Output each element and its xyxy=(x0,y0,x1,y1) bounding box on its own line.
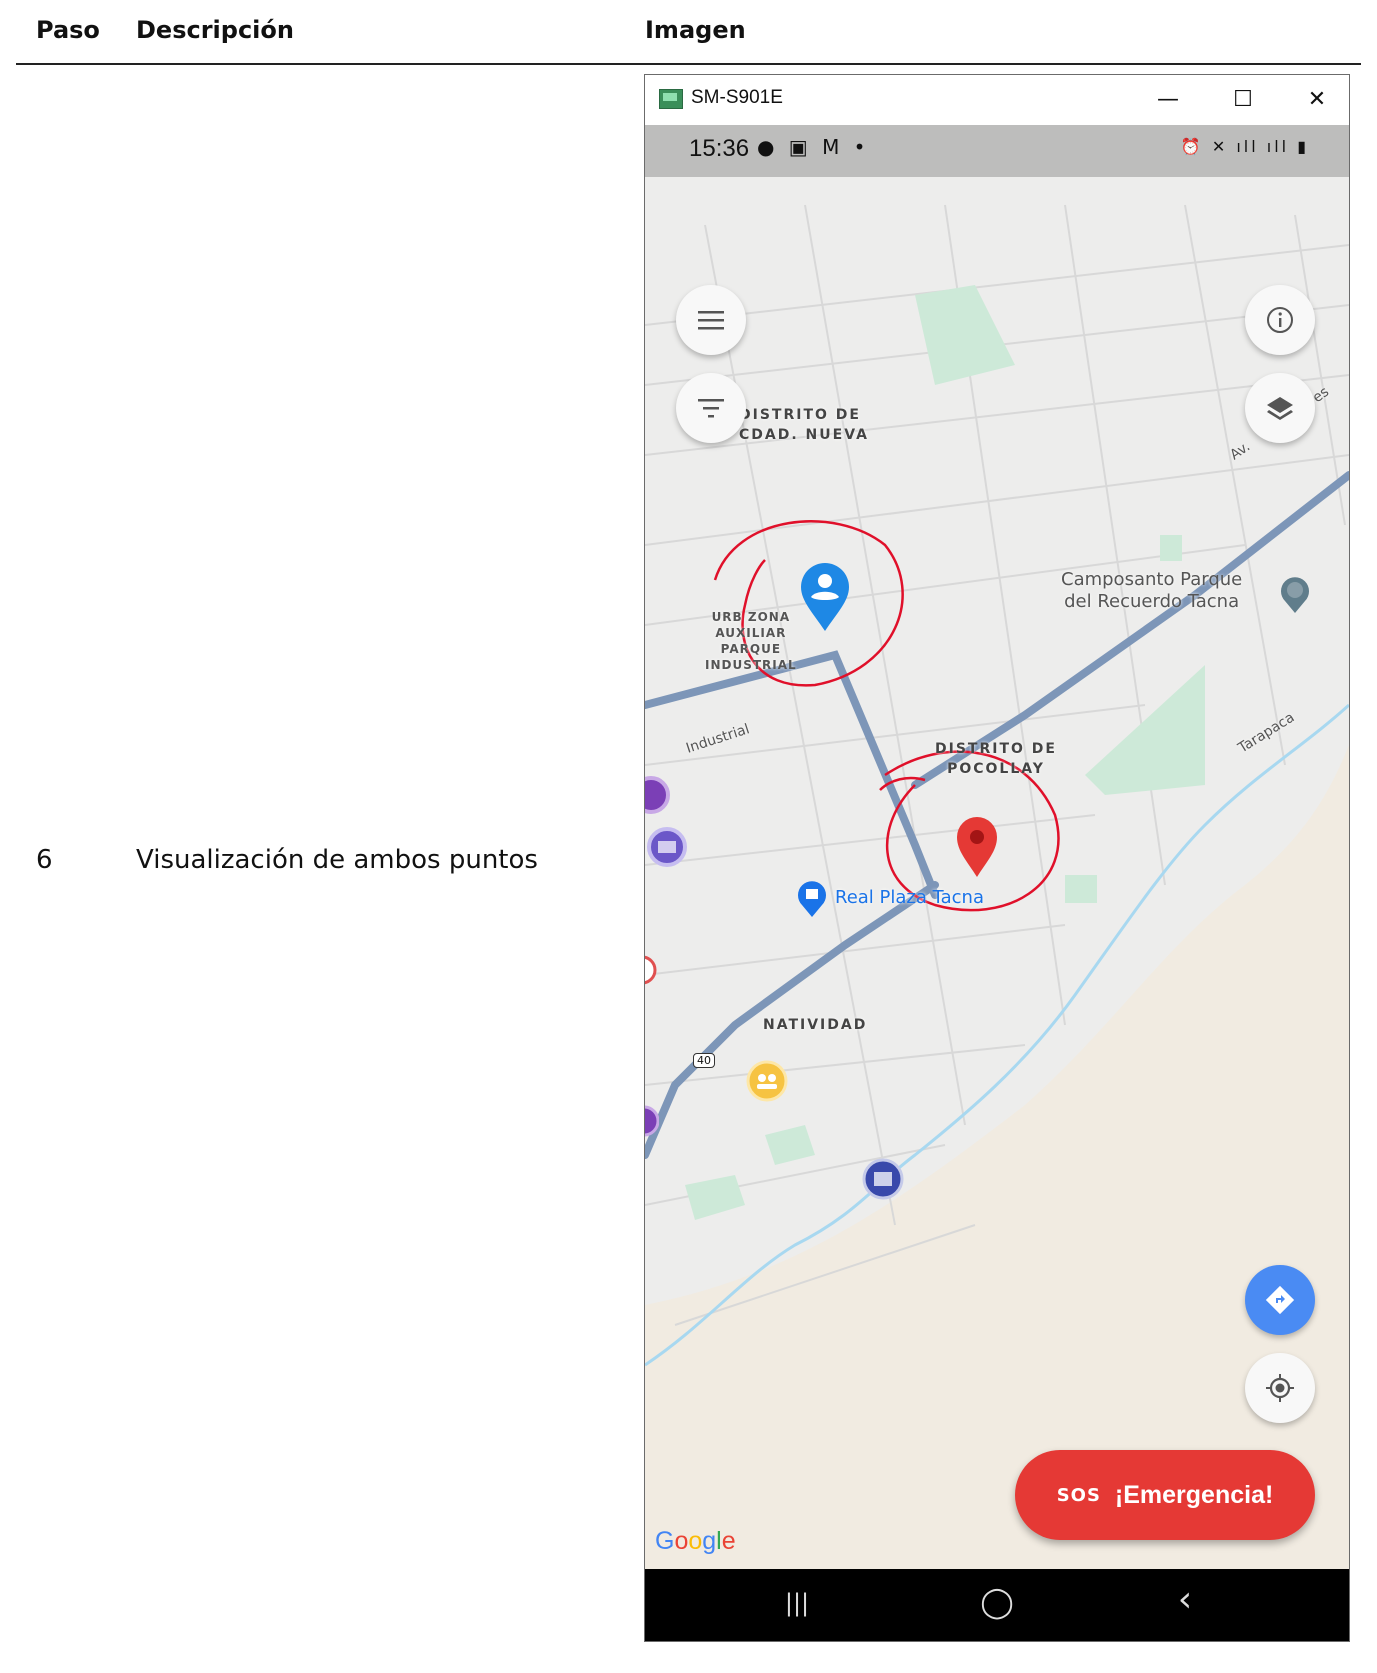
directions-button[interactable] xyxy=(1245,1265,1315,1335)
emergency-button[interactable]: SOS ¡Emergencia! xyxy=(1015,1450,1315,1540)
info-icon xyxy=(1267,307,1293,333)
zone-line2: AUXILIAR xyxy=(715,626,787,640)
zone-label: URB ZONA AUXILIAR PARQUE INDUSTRIAL xyxy=(705,609,797,673)
emergency-label: ¡Emergencia! xyxy=(1114,1480,1274,1509)
cemetery-pin-icon[interactable] xyxy=(1278,575,1312,615)
home-button[interactable]: ◯ xyxy=(967,1585,1027,1620)
notification-icons: ● ▣ M • xyxy=(757,135,870,159)
natividad-label: NATIVIDAD xyxy=(763,1017,868,1033)
directions-icon xyxy=(1265,1285,1295,1315)
android-navbar: ||| ◯ ‹ xyxy=(645,1569,1349,1641)
zone-line1: URB ZONA xyxy=(711,610,791,624)
header-image: Imagen xyxy=(645,16,746,44)
maximize-button[interactable]: ☐ xyxy=(1223,83,1263,117)
user-location-pin-icon[interactable] xyxy=(799,563,851,633)
water-marker-icon[interactable] xyxy=(645,825,689,869)
district-2-line2: POCOLLAY xyxy=(947,761,1045,777)
header-rule xyxy=(16,63,1361,65)
district-label-1: DISTRITO DE CDAD. NUEVA xyxy=(739,405,869,445)
minimize-button[interactable]: — xyxy=(1148,83,1188,117)
phone-screen: DISTRITO DE CDAD. NUEVA URB ZONA AUXILIA… xyxy=(645,125,1349,1641)
district-1-line1: DISTRITO DE xyxy=(739,407,861,423)
filter-button[interactable] xyxy=(676,373,746,443)
poi-cemetery-label[interactable]: Camposanto Parque del Recuerdo Tacna xyxy=(1061,569,1242,613)
hazard-marker-icon[interactable] xyxy=(645,953,657,987)
poi-mall-label[interactable]: Real Plaza Tacna xyxy=(835,887,984,908)
my-location-icon xyxy=(1266,1374,1294,1402)
zone-line4: INDUSTRIAL xyxy=(705,658,797,672)
poi-cemetery-line1: Camposanto Parque xyxy=(1061,569,1243,590)
emulator-window: SM-S901E — ☐ ✕ DISTRITO DE CDAD. NUEVA U… xyxy=(644,74,1350,1642)
recent-apps-button[interactable]: ||| xyxy=(767,1589,827,1617)
filter-icon xyxy=(698,399,724,418)
status-bar: 15:36 ● ▣ M • ⏰ ✕ ıll ıll ▮ xyxy=(645,125,1349,177)
zone-line3: PARQUE xyxy=(720,642,782,656)
layers-button[interactable] xyxy=(1245,373,1315,443)
category-marker-icon[interactable] xyxy=(645,775,671,815)
device-icon xyxy=(659,89,683,109)
destination-pin-icon[interactable] xyxy=(955,815,999,879)
mall-pin-icon[interactable] xyxy=(795,879,829,919)
google-logo: Google xyxy=(655,1527,736,1555)
district-2-line1: DISTRITO DE xyxy=(935,741,1057,757)
status-time: 15:36 xyxy=(689,135,750,162)
purple-marker-icon[interactable] xyxy=(645,1101,659,1141)
sos-icon: SOS xyxy=(1056,1484,1101,1506)
flood-marker-icon[interactable] xyxy=(861,1157,905,1201)
header-description: Descripción xyxy=(136,16,294,44)
header-step: Paso xyxy=(36,16,100,44)
layers-icon xyxy=(1267,397,1293,420)
poi-cemetery-line2: del Recuerdo Tacna xyxy=(1064,591,1240,612)
menu-icon xyxy=(698,311,724,330)
step-description: Visualización de ambos puntos xyxy=(136,845,538,875)
step-number: 6 xyxy=(36,845,53,875)
system-status-icons: ⏰ ✕ ıll ıll ▮ xyxy=(1180,137,1309,156)
district-label-2: DISTRITO DE POCOLLAY xyxy=(935,739,1057,779)
route-40-badge: 40 xyxy=(693,1053,715,1068)
window-title: SM-S901E xyxy=(691,87,783,108)
my-location-button[interactable] xyxy=(1245,1353,1315,1423)
district-1-line2: CDAD. NUEVA xyxy=(739,427,869,443)
menu-button[interactable] xyxy=(676,285,746,355)
back-button[interactable]: ‹ xyxy=(1155,1579,1215,1620)
group-marker-icon[interactable] xyxy=(745,1059,789,1103)
close-button[interactable]: ✕ xyxy=(1297,83,1337,117)
window-titlebar: SM-S901E — ☐ ✕ xyxy=(645,75,1349,125)
info-button[interactable] xyxy=(1245,285,1315,355)
